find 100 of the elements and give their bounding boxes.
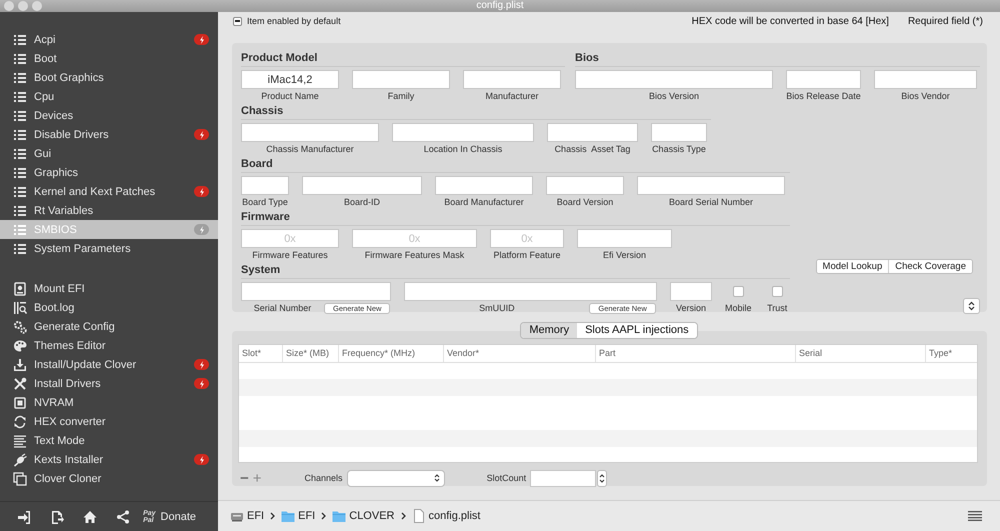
tab[interactable]: Memory	[521, 323, 578, 338]
text-field[interactable]	[546, 176, 624, 195]
column-header[interactable]: Size* (MB)	[283, 345, 339, 362]
column-header[interactable]: Serial	[796, 345, 926, 362]
field-label: Version	[676, 303, 706, 314]
column-header[interactable]: Vendor*	[444, 345, 596, 362]
sidebar-item[interactable]: Cpu	[0, 87, 218, 106]
text-field[interactable]	[302, 176, 422, 195]
list-icon	[13, 90, 27, 104]
text-field[interactable]	[463, 70, 561, 89]
enabled-checkbox[interactable]: Item enabled by default	[233, 16, 341, 26]
field-label: Board Manufacturer	[444, 197, 524, 208]
list-icon	[13, 52, 27, 66]
chevron-icon	[270, 512, 276, 520]
sidebar-item[interactable]: Install/Update Clover	[0, 355, 218, 374]
channels-dropdown[interactable]	[346, 470, 445, 486]
stepper-button[interactable]	[597, 470, 608, 486]
field-label: Serial Number	[252, 303, 312, 314]
sidebar-item[interactable]: Themes Editor	[0, 336, 218, 355]
text-field[interactable]	[241, 282, 392, 301]
memory-table[interactable]: Slot* Size* (MB) Frequency* (MHz) Vendor* Part Serial Type*	[238, 344, 978, 463]
sidebar-item[interactable]: Kernel and Kext Patches	[0, 182, 218, 201]
field-label: Board-ID	[344, 197, 380, 208]
field-label: Bios Vendor	[901, 91, 950, 102]
checkbox[interactable]	[732, 286, 744, 297]
sidebar-item[interactable]: Boot.log	[0, 298, 218, 317]
sidebar-item[interactable]: Rt Variables	[0, 201, 218, 220]
text-field[interactable]	[352, 70, 450, 89]
text-field[interactable]	[786, 70, 861, 89]
sidebar-item[interactable]: Install Drivers	[0, 374, 218, 393]
path-item[interactable]: EFI	[281, 509, 316, 523]
field-label: Mobile	[725, 303, 752, 314]
refresh-icon	[13, 414, 27, 428]
chip-icon	[13, 396, 27, 410]
sidebar-item[interactable]: System Parameters	[0, 239, 218, 258]
slot-count-field[interactable]	[530, 470, 596, 486]
lookup-button[interactable]: Model Lookup	[816, 260, 890, 273]
field-label: Channels	[304, 473, 343, 483]
sidebar-item[interactable]: Gui	[0, 144, 218, 163]
section-heading: Firmware	[241, 211, 290, 224]
column-header[interactable]: Frequency* (MHz)	[339, 345, 444, 362]
sidebar-item[interactable]: Mount EFI	[0, 279, 218, 298]
sidebar-item[interactable]: Acpi	[0, 30, 218, 49]
text-field[interactable]	[575, 70, 773, 89]
text-lines-icon	[13, 434, 27, 448]
sidebar-item[interactable]: Clover Cloner	[0, 469, 218, 488]
import-icon[interactable]	[17, 510, 32, 524]
stepper-button[interactable]	[963, 298, 980, 314]
sidebar-item[interactable]: HEX converter	[0, 412, 218, 431]
text-field[interactable]: 0x	[490, 229, 564, 248]
text-field[interactable]	[241, 176, 289, 195]
path-item[interactable]: CLOVER	[332, 509, 394, 523]
text-field[interactable]: 0x	[241, 229, 339, 248]
field-label: Board Type	[242, 197, 288, 208]
checkbox[interactable]	[772, 286, 783, 297]
minimize-button[interactable]	[18, 1, 28, 11]
text-field[interactable]	[651, 123, 707, 142]
field-label: Chassis Asset Tag	[554, 144, 630, 155]
chevron-icon	[400, 512, 406, 520]
sidebar-item[interactable]: Text Mode	[0, 431, 218, 450]
share-icon[interactable]	[116, 510, 130, 524]
path-item[interactable]: EFI	[230, 509, 264, 523]
export-icon[interactable]	[50, 510, 64, 524]
text-field[interactable]: iMac14,2	[241, 70, 339, 89]
column-header[interactable]: Part	[596, 345, 796, 362]
text-field[interactable]	[392, 123, 534, 142]
list-icon	[13, 242, 27, 256]
field-label: Board Serial Number	[668, 197, 754, 208]
close-button[interactable]	[4, 1, 14, 11]
home-icon[interactable]	[82, 510, 97, 524]
list-search-icon	[13, 300, 27, 314]
required-note: Required field (*)	[908, 16, 983, 26]
text-field[interactable]	[435, 176, 533, 195]
text-field[interactable]	[637, 176, 785, 195]
drive-icon	[13, 282, 27, 296]
sidebar-item[interactable]: Disable Drivers	[0, 125, 218, 144]
sidebar-item[interactable]: Boot Graphics	[0, 68, 218, 87]
text-field[interactable]	[547, 123, 638, 142]
text-field[interactable]	[577, 229, 672, 248]
list-icon	[13, 222, 27, 236]
document-icon	[412, 509, 426, 523]
text-field[interactable]	[670, 282, 712, 301]
text-field[interactable]	[241, 123, 379, 142]
field-label: Location In Chassis	[424, 144, 502, 155]
sidebar-item[interactable]: Generate Config	[0, 317, 218, 336]
field-label: SlotCount	[486, 473, 526, 483]
list-icon	[13, 146, 27, 160]
sidebar-item[interactable]: Boot	[0, 49, 218, 68]
sidebar-item[interactable]: Graphics	[0, 163, 218, 182]
text-field[interactable]: 0x	[352, 229, 477, 248]
path-item[interactable]: config.plist	[412, 509, 480, 523]
zoom-button[interactable]	[32, 1, 42, 11]
sidebar-item[interactable]: Devices	[0, 106, 218, 125]
text-field[interactable]	[404, 282, 657, 301]
text-field[interactable]	[874, 70, 977, 89]
field-label: Chassis Type	[652, 144, 706, 155]
column-header[interactable]: Type*	[926, 345, 977, 362]
sidebar-item[interactable]: NVRAM	[0, 393, 218, 412]
column-header[interactable]: Slot*	[239, 345, 283, 362]
sidebar-item[interactable]: Kexts Installer	[0, 450, 218, 469]
